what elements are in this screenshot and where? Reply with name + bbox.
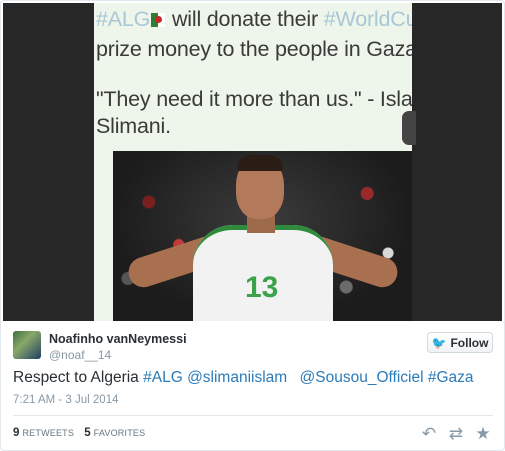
algeria-flag-icon — [151, 13, 166, 27]
tweet-timestamp[interactable]: 7:21 AM - 3 Jul 2014 — [13, 394, 118, 406]
follow-button[interactable]: 🐦 Follow — [427, 332, 493, 353]
star-icon[interactable]: ★ — [473, 424, 493, 444]
hashtag-gaza-link[interactable]: #Gaza — [428, 369, 474, 386]
follow-label: Follow — [450, 335, 489, 350]
caption-line-2: prize money to the people in Gaza. — [96, 37, 412, 61]
player-hair — [237, 155, 283, 171]
avatar[interactable] — [13, 331, 41, 359]
twitter-bird-icon: 🐦 — [431, 335, 447, 350]
tweet-media[interactable]: #ALG will donate their #WorldCup prize m… — [3, 3, 502, 321]
tweet-card: #ALG will donate their #WorldCup prize m… — [0, 0, 505, 451]
tweet-actions: ↶ ⇄ ★ — [419, 424, 493, 444]
author-fullname[interactable]: Noafinho vanNeymessi — [49, 332, 187, 346]
reply-icon[interactable]: ↶ — [419, 424, 439, 444]
caption-line-3: "They need it more than us." - Islam — [96, 87, 412, 111]
jersey-number: 13 — [245, 271, 279, 304]
media-side-handle — [402, 111, 416, 145]
media-image: #ALG will donate their #WorldCup prize m… — [94, 3, 412, 321]
mention-sousou-link[interactable]: @Sousou_Officiel — [300, 369, 424, 386]
retweet-icon[interactable]: ⇄ — [446, 424, 466, 444]
retweets-count[interactable]: 9 — [13, 427, 19, 439]
tweet-stats: 9 RETWEETS 5 FAVORITES — [13, 427, 145, 439]
favorites-label[interactable]: FAVORITES — [94, 428, 146, 438]
caption-line-4: Slimani. — [96, 114, 171, 138]
player-photo: 13 — [113, 151, 412, 321]
caption-hashtag-alg: #ALG — [96, 7, 151, 31]
tweet-text: Respect to Algeria #ALG @slimaniislam @S… — [13, 369, 493, 387]
caption-text: will donate their — [166, 7, 324, 31]
mention-slimaniislam-link[interactable]: @slimaniislam — [187, 369, 287, 386]
favorites-count[interactable]: 5 — [84, 427, 90, 439]
caption-line-1: #ALG will donate their #WorldCup — [96, 7, 412, 32]
divider — [13, 415, 493, 416]
hashtag-alg-link[interactable]: #ALG — [143, 369, 183, 386]
author-username[interactable]: @noaf__14 — [49, 348, 111, 362]
caption-hashtag-worldcup: #WorldCup — [323, 7, 412, 31]
tweet-text-prefix: Respect to Algeria — [13, 369, 144, 386]
retweets-label[interactable]: RETWEETS — [22, 428, 74, 438]
author-row[interactable]: Noafinho vanNeymessi @noaf__14 — [13, 331, 493, 363]
